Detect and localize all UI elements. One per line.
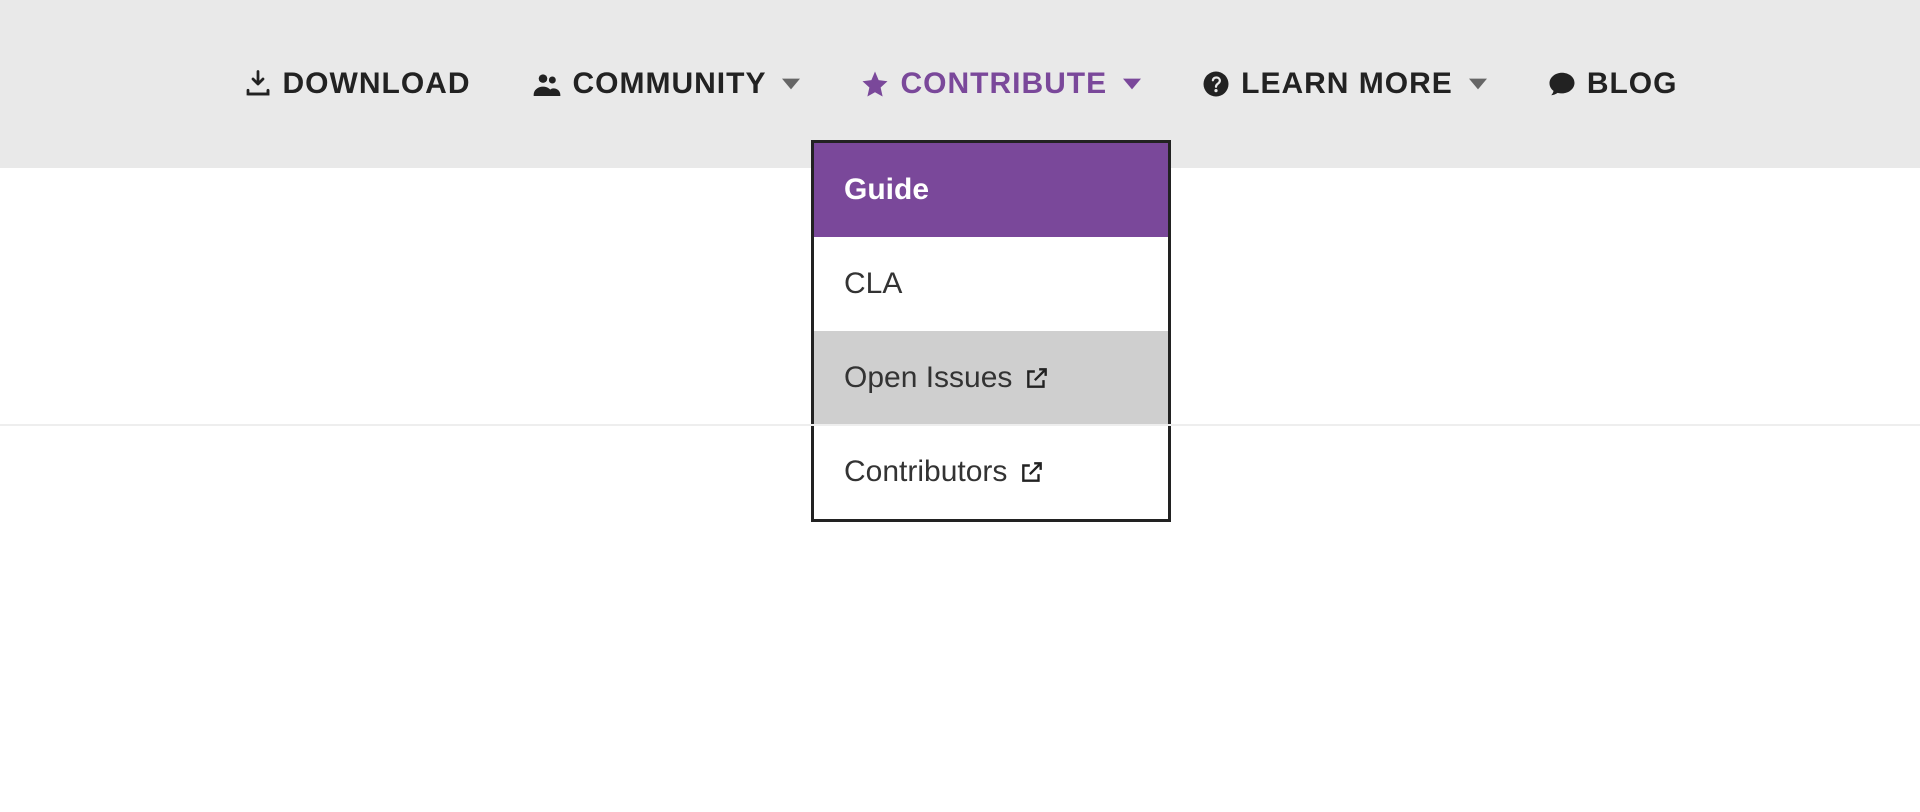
star-icon <box>860 69 890 99</box>
dropdown-item-contributors[interactable]: Contributors <box>814 425 1168 519</box>
nav-contribute-label: CONTRIBUTE <box>900 67 1107 101</box>
question-circle-icon <box>1201 69 1231 99</box>
caret-down-icon <box>1123 75 1141 93</box>
dropdown-item-label: Guide <box>844 173 929 207</box>
caret-down-icon <box>782 75 800 93</box>
dropdown-item-label: CLA <box>844 267 902 301</box>
download-icon <box>243 69 273 99</box>
dropdown-item-guide[interactable]: Guide <box>814 143 1168 237</box>
dropdown-item-open-issues[interactable]: Open Issues <box>814 331 1168 425</box>
external-link-icon <box>1019 459 1045 485</box>
nav-download-label: DOWNLOAD <box>283 67 471 101</box>
nav-community-label: COMMUNITY <box>573 67 767 101</box>
nav-blog-label: BLOG <box>1587 67 1678 101</box>
dropdown-item-label: Open Issues <box>844 361 1012 395</box>
dropdown-item-cla[interactable]: CLA <box>814 237 1168 331</box>
external-link-icon <box>1024 365 1050 391</box>
nav-blog[interactable]: BLOG <box>1547 67 1678 101</box>
comment-icon <box>1547 69 1577 99</box>
people-icon <box>531 69 563 99</box>
nav-learn-more[interactable]: LEARN MORE <box>1201 67 1487 101</box>
divider <box>0 424 1920 426</box>
nav-community[interactable]: COMMUNITY <box>531 67 801 101</box>
nav-learn-more-label: LEARN MORE <box>1241 67 1453 101</box>
dropdown-item-label: Contributors <box>844 455 1007 489</box>
caret-down-icon <box>1469 75 1487 93</box>
nav-download[interactable]: DOWNLOAD <box>243 67 471 101</box>
nav-contribute[interactable]: CONTRIBUTE <box>860 67 1141 101</box>
contribute-dropdown: Guide CLA Open Issues Contributors <box>811 140 1171 522</box>
